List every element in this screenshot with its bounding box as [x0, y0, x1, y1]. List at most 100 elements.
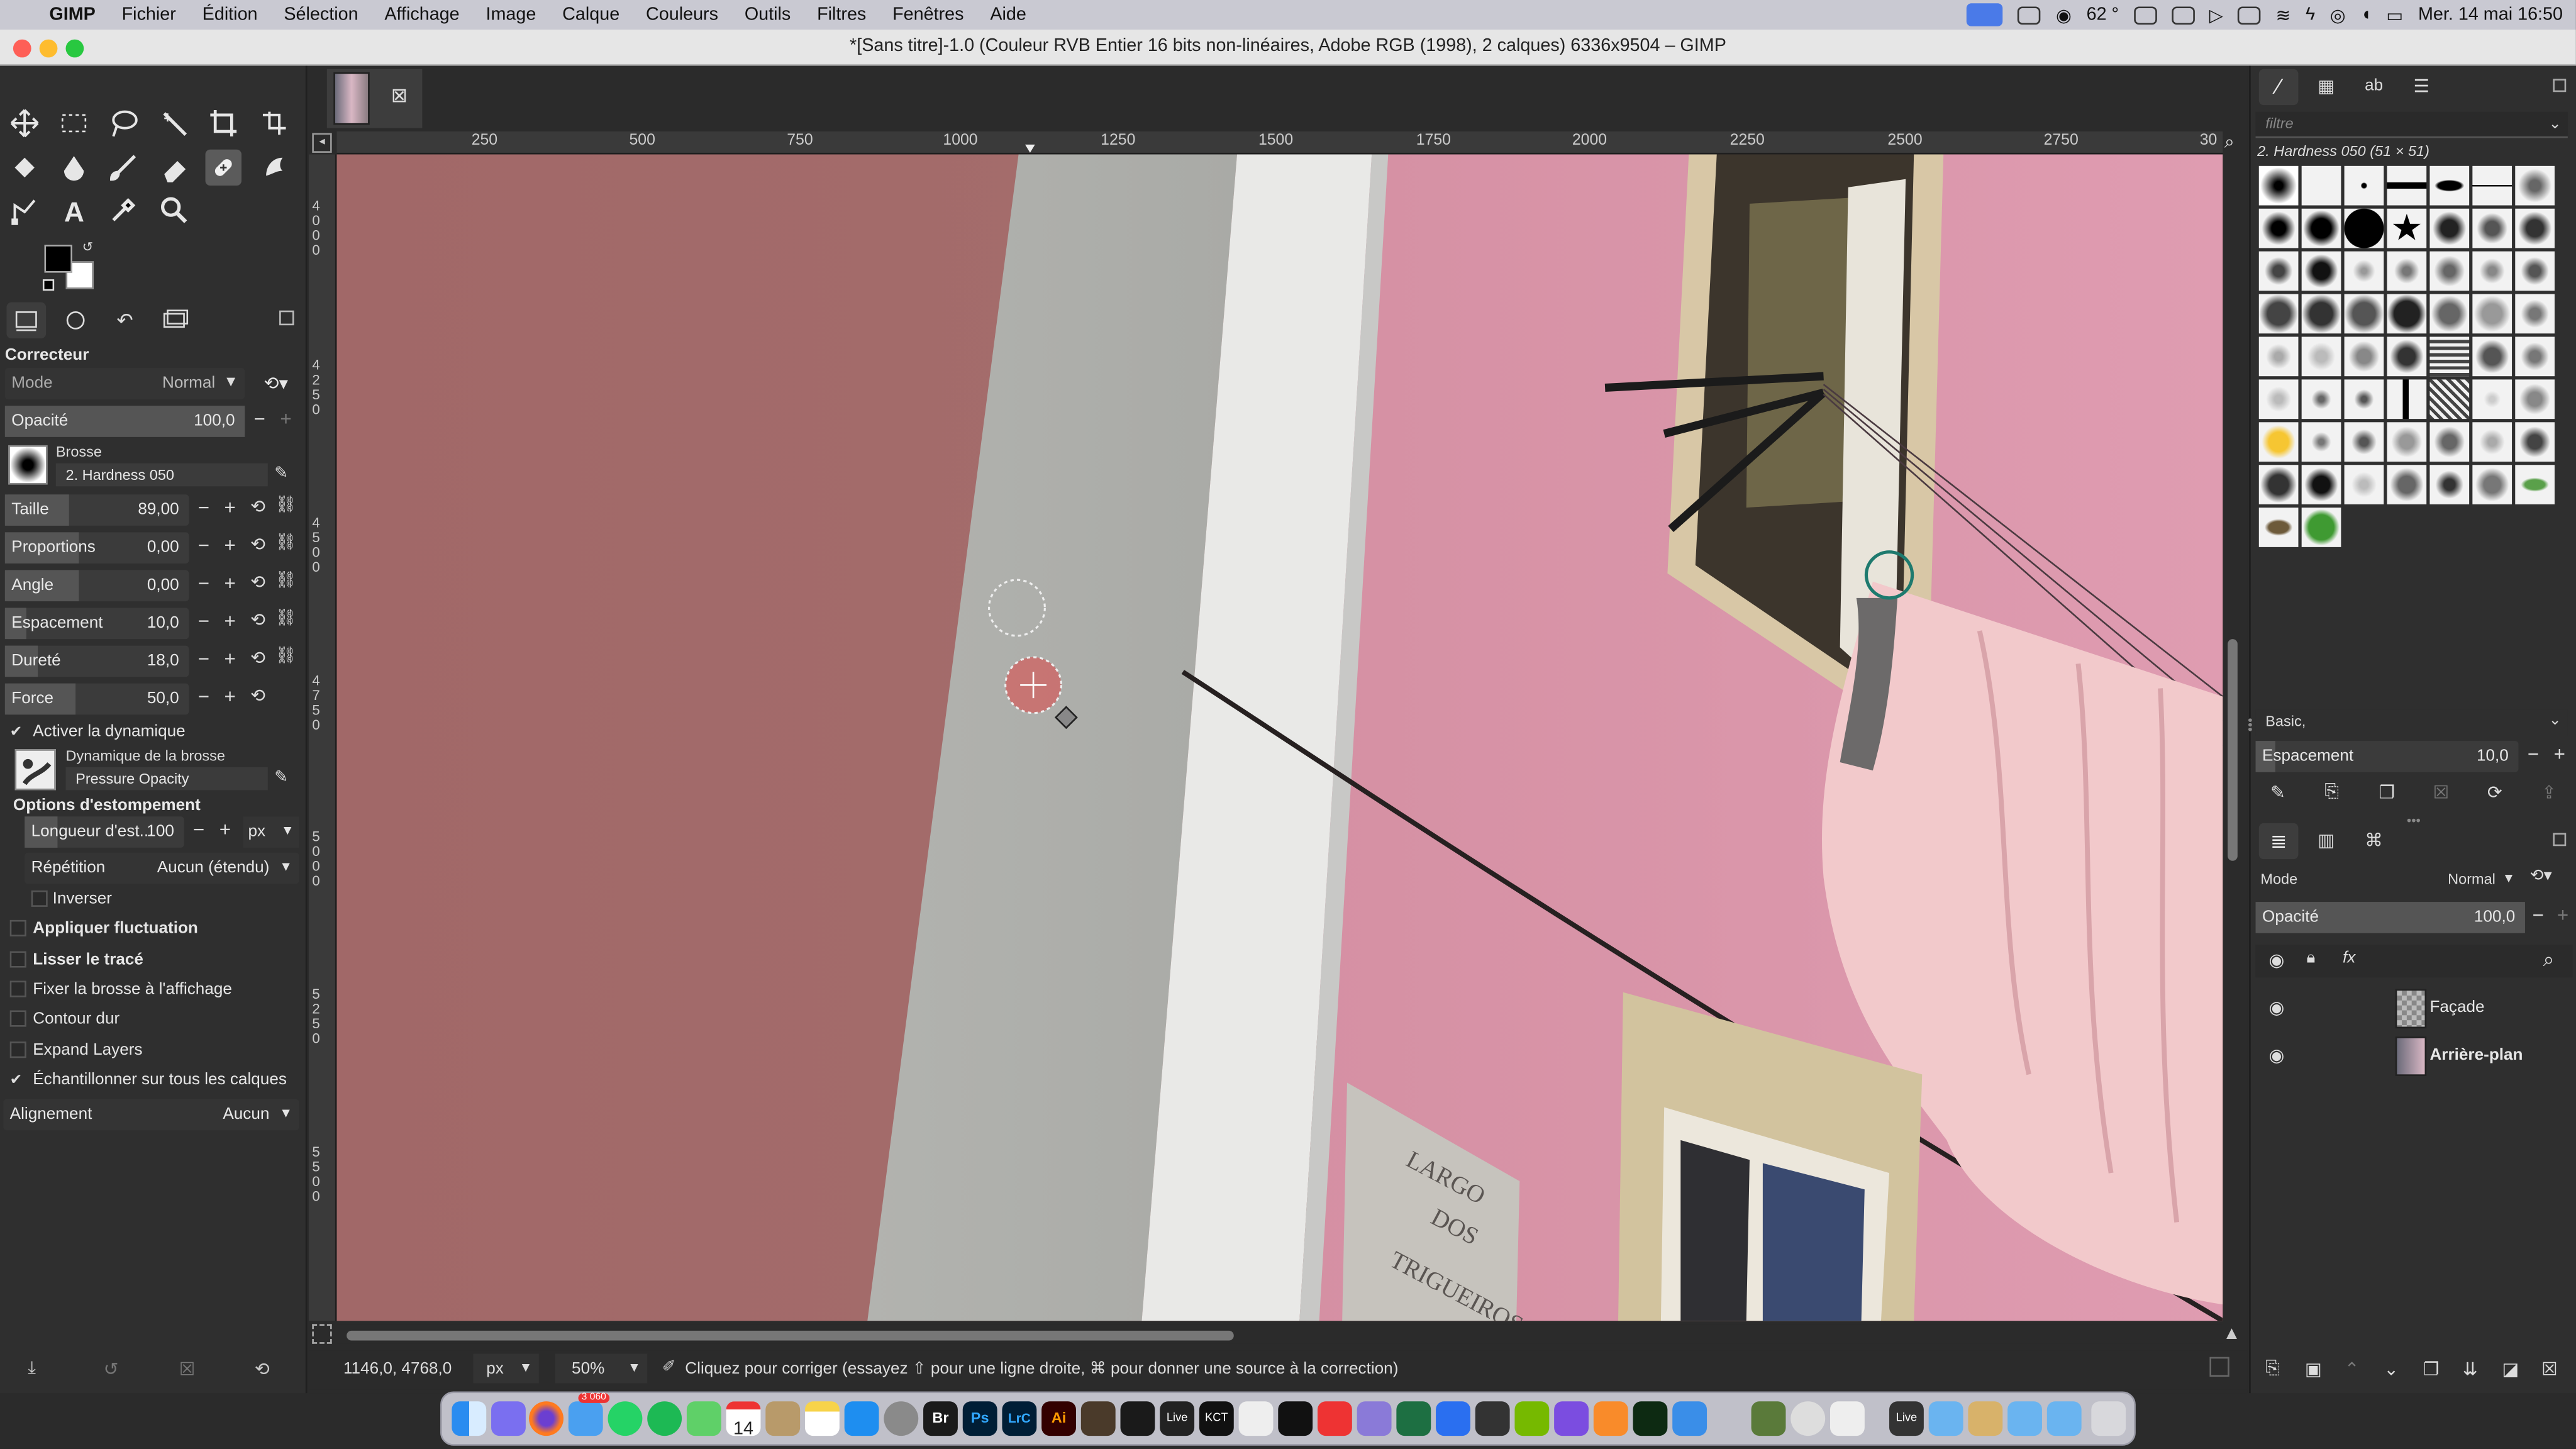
contacts-icon[interactable]	[765, 1401, 801, 1436]
menu-calque[interactable]: Calque	[549, 5, 633, 25]
camera-icon[interactable]	[2018, 6, 2041, 24]
whatsapp-icon[interactable]	[608, 1401, 643, 1436]
hardness-increment-button[interactable]: +	[218, 647, 242, 670]
brush-thumb[interactable]	[2515, 294, 2555, 334]
lasso-tool-icon[interactable]	[105, 105, 141, 141]
messages-icon[interactable]	[686, 1401, 721, 1436]
brush-spacing-increment-button[interactable]: +	[2548, 743, 2572, 766]
gimp-dock-icon[interactable]	[1080, 1401, 1116, 1436]
chevron-down-icon[interactable]: ⌄	[2549, 115, 2562, 133]
downloads-folder-icon[interactable]	[2046, 1401, 2082, 1436]
brush-thumb[interactable]	[2344, 422, 2384, 462]
fuzzy-select-tool-icon[interactable]	[156, 105, 192, 141]
new-group-icon[interactable]: ▣	[2305, 1358, 2322, 1380]
spacing-decrement-button[interactable]: −	[192, 609, 216, 633]
tab-paths-icon[interactable]: ⌘	[2354, 823, 2394, 859]
expand-layers-checkbox[interactable]	[9, 1041, 26, 1058]
brush-thumb[interactable]	[2387, 379, 2427, 419]
close-tab-icon[interactable]: ⊠	[391, 84, 408, 107]
brush-thumb[interactable]	[2344, 251, 2384, 291]
mail-icon[interactable]: 3 060	[568, 1393, 610, 1436]
brush-thumb[interactable]	[2344, 379, 2384, 419]
network-app-icon[interactable]	[1475, 1401, 1510, 1436]
screen-share-icon[interactable]	[1967, 3, 2004, 26]
tab-channels-icon[interactable]: ▥	[2307, 823, 2346, 859]
restore-options-icon[interactable]: ↺	[104, 1358, 119, 1380]
clock[interactable]: Mer. 14 mai 16:50	[2418, 5, 2563, 25]
smudge-tool-icon[interactable]	[257, 150, 292, 186]
illustrator-icon[interactable]: Ai	[1041, 1401, 1076, 1436]
brush-thumb[interactable]	[2344, 465, 2384, 504]
documents-folder-icon[interactable]	[2007, 1401, 2042, 1436]
gradient-tool-icon[interactable]	[56, 150, 92, 186]
duplicate-brush-icon[interactable]: ❐	[2379, 782, 2395, 803]
brush-thumb[interactable]	[2472, 379, 2512, 419]
brush-thumb[interactable]	[2429, 336, 2470, 377]
alignment-dropdown[interactable]: Alignement Aucun ▼	[3, 1099, 299, 1131]
volume-icon[interactable]: ◖	[2360, 5, 2371, 25]
search-layers-icon[interactable]: ⌕	[2543, 948, 2555, 972]
hardness-decrement-button[interactable]: −	[192, 647, 216, 670]
live-folder-icon[interactable]: Live	[1889, 1401, 1924, 1436]
zoom-navigate-icon[interactable]: ⌕	[2224, 133, 2235, 155]
move-tool-icon[interactable]	[6, 105, 42, 141]
settings-icon[interactable]	[884, 1401, 919, 1436]
fade-decrement-button[interactable]: −	[187, 818, 211, 841]
foreground-color-swatch[interactable]	[44, 245, 72, 273]
size-decrement-button[interactable]: −	[192, 496, 216, 519]
brush-thumb[interactable]	[2301, 379, 2341, 419]
tab-tool-options[interactable]	[6, 302, 47, 339]
nvidia-icon[interactable]	[1514, 1401, 1550, 1436]
brush-thumb[interactable]	[2301, 422, 2341, 462]
brush-thumb[interactable]	[2472, 465, 2512, 504]
color-picker-tool-icon[interactable]	[105, 192, 141, 228]
opacity-slider[interactable]: Opacité 100,0	[4, 406, 245, 437]
brush-thumb[interactable]	[2258, 251, 2299, 291]
angle-reset-icon[interactable]: ⟲	[247, 572, 270, 593]
menu-image[interactable]: Image	[473, 5, 550, 25]
launchpad-icon[interactable]	[491, 1401, 526, 1436]
layer-mode-dropdown[interactable]: Mode Normal ▼	[2256, 867, 2522, 894]
reset-colors-icon[interactable]	[42, 279, 55, 291]
spacing-link-icon[interactable]: ⛓	[274, 609, 297, 628]
brush-preset-dropdown[interactable]: Basic, ⌄	[2255, 709, 2568, 736]
delete-layer-icon[interactable]: ☒	[2541, 1358, 2558, 1380]
brush-thumb[interactable]	[2387, 251, 2427, 291]
brush-thumb[interactable]	[2344, 294, 2384, 334]
fade-unit-dropdown[interactable]: px ▼	[243, 816, 299, 848]
layer-opacity-decrement-button[interactable]: −	[2527, 904, 2550, 927]
edit-brush-icon[interactable]: ✎	[274, 465, 288, 483]
menu-selection[interactable]: Sélection	[270, 5, 371, 25]
brush-thumb[interactable]: ★	[2387, 208, 2427, 248]
tab-brushes[interactable]: ⁄	[2258, 69, 2299, 106]
brush-spacing-slider[interactable]: Espacement 10,0	[2255, 741, 2519, 772]
brush-thumb[interactable]	[2387, 294, 2427, 334]
force-slider[interactable]: Force 50,0	[4, 683, 189, 715]
user-icon[interactable]: ◎	[2330, 4, 2346, 26]
unity-icon[interactable]	[1238, 1401, 1274, 1436]
cloud-icon[interactable]	[1672, 1401, 1707, 1436]
brush-thumb[interactable]	[2258, 465, 2299, 504]
menu-fichier[interactable]: Fichier	[109, 5, 189, 25]
smooth-checkbox[interactable]	[9, 951, 26, 968]
tab-device-status-icon[interactable]	[56, 303, 96, 338]
menu-aide[interactable]: Aide	[977, 5, 1039, 25]
brush-thumb[interactable]	[2472, 294, 2512, 334]
brush-thumb[interactable]	[2301, 465, 2341, 504]
brush-thumb[interactable]	[2429, 165, 2470, 206]
brush-thumb[interactable]	[2515, 379, 2555, 419]
heal-tool-icon[interactable]	[205, 149, 242, 186]
notes-icon[interactable]	[804, 1401, 840, 1436]
panel-menu-icon[interactable]	[279, 310, 294, 326]
navigate-preview-icon[interactable]	[2209, 1357, 2229, 1377]
repeat-dropdown[interactable]: Répétition Aucun (étendu) ▼	[25, 852, 299, 884]
panel-resize-handle[interactable]: •••	[2243, 718, 2258, 732]
paintbrush-tool-icon[interactable]	[105, 150, 141, 186]
brush-thumb[interactable]	[2344, 336, 2384, 377]
brush-thumb[interactable]	[2429, 294, 2470, 334]
horizontal-scrollbar[interactable]	[336, 1324, 2223, 1344]
menu-gimp[interactable]: GIMP	[36, 5, 108, 25]
folder-icon[interactable]	[1928, 1401, 1963, 1436]
fade-options-header[interactable]: Options d'estompement	[13, 797, 201, 815]
brush-thumb[interactable]	[2301, 336, 2341, 377]
